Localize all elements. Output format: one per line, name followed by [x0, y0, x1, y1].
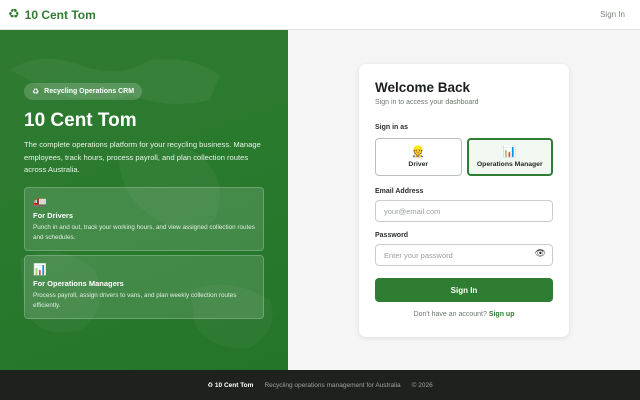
login-title: Welcome Back [375, 80, 471, 95]
recycle-icon: ♻ [32, 87, 40, 96]
hero-content: ♻ Recycling Operations CRM 10 Cent Tom T… [24, 81, 266, 177]
top-navbar: ♻ 10 Cent Tom Sign In [0, 0, 640, 30]
footer: ♻ 10 Cent Tom Recycling operations manag… [0, 370, 640, 400]
sign-in-button[interactable]: Sign In [375, 278, 553, 302]
sign-up-link[interactable]: Sign up [489, 311, 515, 318]
show-password-eye-icon[interactable]: 👁 [535, 249, 546, 259]
footer-brand: ♻ 10 Cent Tom [207, 381, 253, 389]
signup-row: Don't have an account? Sign up [375, 311, 553, 318]
bar-chart-icon: 📊 [502, 145, 517, 158]
feature-description: Process payroll, assign drivers to vans,… [33, 292, 237, 309]
feature-title: For Drivers [33, 211, 74, 220]
brand-name: 10 Cent Tom [24, 7, 96, 22]
feature-card-managers: 📊 For Operations Managers Process payrol… [24, 255, 264, 319]
password-label: Password [375, 232, 409, 239]
truck-icon: 🚛 [33, 195, 47, 208]
email-input[interactable] [375, 200, 553, 222]
brand-logo[interactable]: ♻ 10 Cent Tom [8, 8, 96, 22]
feature-description: Punch in and out, track your working hou… [33, 224, 255, 241]
signup-prompt: Don't have an account? [413, 311, 487, 318]
feature-title: For Operations Managers [33, 279, 124, 288]
footer-tagline: Recycling operations management for Aust… [264, 381, 401, 389]
role-option-label: Operations Manager [476, 161, 543, 168]
hero-description: The complete operations platform for you… [24, 140, 261, 174]
login-card: Welcome Back Sign in to access your dash… [359, 64, 569, 337]
password-input[interactable] [375, 244, 553, 266]
recycle-icon: ♻ [8, 7, 20, 22]
role-option-label: Driver [408, 161, 429, 168]
role-label: Sign in as [375, 124, 409, 131]
footer-copyright: © 2026 [411, 381, 433, 389]
role-option-driver[interactable]: 👷 Driver [375, 138, 462, 176]
footer-brand-name: 10 Cent Tom [214, 382, 254, 389]
password-field-wrap: 👁 [375, 244, 553, 266]
header-sign-in-link[interactable]: Sign In [600, 10, 625, 19]
feature-card-drivers: 🚛 For Drivers Punch in and out, track yo… [24, 187, 264, 251]
login-subtitle: Sign in to access your dashboard [375, 99, 479, 106]
role-option-operations-manager[interactable]: 📊 Operations Manager [466, 138, 553, 176]
role-selector: 👷 Driver 📊 Operations Manager [375, 138, 553, 176]
hero-title: 10 Cent Tom [24, 110, 137, 131]
crm-badge-label: Recycling Operations CRM [44, 88, 135, 95]
email-field-wrap [375, 200, 553, 222]
recycle-icon: ♻ [207, 381, 214, 389]
login-area: Welcome Back Sign in to access your dash… [288, 30, 640, 370]
hero-panel: ♻ Recycling Operations CRM 10 Cent Tom T… [0, 30, 288, 370]
email-label: Email Address [375, 188, 424, 195]
driver-icon: 👷 [411, 145, 426, 158]
bar-chart-icon: 📊 [33, 263, 47, 276]
crm-badge: ♻ Recycling Operations CRM [24, 83, 143, 100]
